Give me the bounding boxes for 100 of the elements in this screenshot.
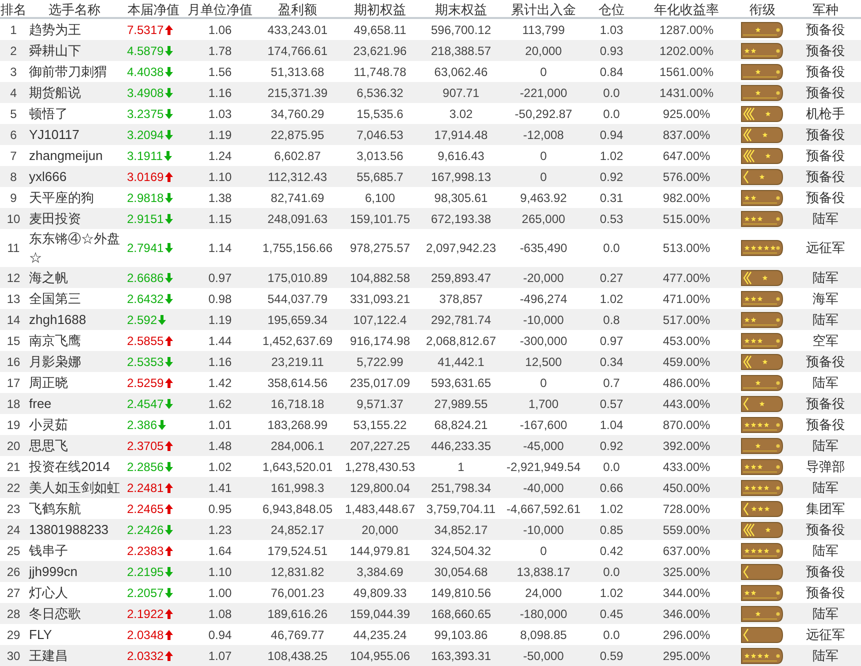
net-value: 2.6686 [127, 270, 164, 286]
rank-number: 17 [6, 374, 20, 392]
table-cell-text: 925.00% [662, 106, 710, 122]
army-branch: 远征军 [806, 626, 845, 644]
rank-number: 1 [10, 22, 17, 38]
table-cell-text: 23,219.11 [271, 354, 324, 370]
table-cell-text: 1,278,430.53 [344, 458, 416, 476]
army-branch: 机枪手 [806, 104, 845, 123]
player-name: YJ10117 [29, 126, 80, 144]
table-cell-text: 24,000 [525, 584, 562, 602]
table-cell-text: 295.00% [662, 648, 710, 664]
net-value: 2.2383 [127, 542, 164, 560]
rank-number: 8 [10, 168, 17, 186]
table-cell-text: 68,824.21 [434, 416, 488, 434]
table-cell-text: 0.0 [603, 240, 620, 257]
table-cell-text: 12,831.82 [270, 564, 324, 580]
table-cell-text: 1.00 [208, 584, 232, 602]
army-branch: 预备役 [806, 188, 845, 207]
table-cell-text: 450.00% [662, 480, 710, 496]
table-cell-text: 0 [540, 374, 547, 392]
army-branch: 预备役 [806, 520, 845, 539]
table-cell-text: 1.19 [208, 126, 232, 144]
table-cell-text: 1,483,448.67 [344, 500, 416, 518]
table-cell-text: -221,000 [520, 84, 568, 102]
table-cell-text: 0.59 [600, 648, 624, 664]
table-cell-text: 433,243.01 [267, 22, 328, 38]
table-cell-text: 0.34 [600, 354, 624, 370]
table-cell-text: 0.95 [208, 500, 232, 518]
table-cell-text: 0.0 [603, 106, 620, 122]
column-header: 累计出入金 [510, 1, 577, 19]
table-cell-text: 104,882.58 [350, 270, 410, 286]
table-cell-text: 0.31 [600, 190, 624, 206]
table-cell-text: 471.00% [662, 290, 710, 308]
table-cell-text: 1.23 [208, 522, 232, 538]
net-value: 2.2856 [127, 458, 164, 476]
table-cell-text: 34,852.17 [434, 522, 488, 538]
rank-number: 9 [10, 190, 17, 206]
column-header: 选手名称 [48, 1, 102, 19]
player-name: 南京飞鹰 [29, 332, 81, 350]
player-name: free [29, 395, 52, 413]
column-header: 本届净值 [126, 1, 180, 19]
table-cell-text: 6,943,848.05 [262, 500, 333, 518]
rank-number: 26 [6, 564, 20, 580]
table-cell-text: 2,097,942.23 [426, 240, 496, 257]
player-name: 美人如玉剑如虹 [29, 479, 120, 497]
table-cell-text: -50,000 [523, 648, 564, 664]
table-cell-text: 1.10 [208, 564, 232, 580]
table-cell-text: 112,312.43 [268, 168, 328, 186]
net-value: 2.2465 [127, 500, 164, 518]
table-cell-text: 161,998.3 [270, 480, 324, 496]
table-cell-text: 41,442.1 [438, 354, 484, 370]
table-cell-text: 3,759,704.11 [426, 500, 496, 518]
table-cell-text: 207,227.25 [350, 438, 410, 454]
army-branch: 预备役 [806, 42, 845, 60]
table-cell-text: 1287.00% [659, 22, 714, 38]
rank-number: 20 [6, 438, 20, 454]
table-cell-text: -2,921,949.54 [506, 458, 581, 476]
net-value: 2.9151 [127, 210, 164, 228]
net-value: 2.1922 [127, 606, 164, 622]
army-branch: 预备役 [806, 562, 845, 581]
table-cell-text: 1.10 [208, 168, 232, 186]
table-cell-text: 0.42 [600, 542, 624, 560]
net-value: 2.592 [127, 312, 158, 328]
table-cell-text: 292,781.74 [430, 312, 492, 328]
table-cell-text: 284,006.1 [270, 438, 324, 454]
table-cell-text: 0.8 [603, 312, 620, 328]
column-header: 仓位 [598, 1, 626, 19]
table-cell-text: 218,388.57 [430, 42, 492, 60]
table-cell-text: 433.00% [662, 458, 710, 476]
table-cell-text: 167,998.13 [430, 168, 492, 186]
table-cell-text: 0.93 [600, 42, 624, 60]
table-cell-text: 1.03 [600, 22, 624, 38]
player-name: 月影枭娜 [29, 353, 81, 371]
table-cell-text: 477.00% [662, 270, 710, 286]
table-cell-text: 1,643,520.01 [262, 458, 333, 476]
table-cell-text: -50,292.87 [514, 106, 572, 122]
table-cell-text: 20,000 [525, 42, 562, 60]
rank-number: 10 [6, 210, 20, 228]
table-cell-text: -180,000 [520, 606, 568, 622]
rank-number: 30 [6, 648, 20, 664]
table-cell-text: 1561.00% [659, 64, 714, 80]
army-branch: 导弹部 [806, 458, 845, 476]
table-cell-text: 3,384.69 [356, 564, 404, 580]
net-value: 2.2481 [127, 480, 164, 496]
table-cell-text: 149,810.56 [430, 584, 492, 602]
table-cell-text: 2,068,812.67 [426, 332, 496, 350]
table-cell-text: 1.56 [208, 64, 232, 80]
net-value: 3.1911 [127, 148, 163, 164]
table-cell-text: 49,658.11 [354, 22, 406, 38]
player-name: jjh999cn [29, 563, 78, 581]
table-cell-text: 12,500 [525, 354, 562, 370]
table-cell-text: 16,718.18 [270, 396, 324, 412]
player-name: 13801988233 [29, 521, 109, 539]
table-cell-text: 23,621.96 [353, 42, 407, 60]
table-cell-text: 9,463.92 [520, 190, 567, 206]
table-cell-text: 113,799 [522, 22, 565, 38]
army-branch: 陆军 [812, 604, 838, 623]
table-cell-text: 189,616.26 [267, 606, 328, 622]
table-cell-text: 1.02 [600, 584, 624, 602]
table-cell-text: 0 [540, 542, 547, 560]
